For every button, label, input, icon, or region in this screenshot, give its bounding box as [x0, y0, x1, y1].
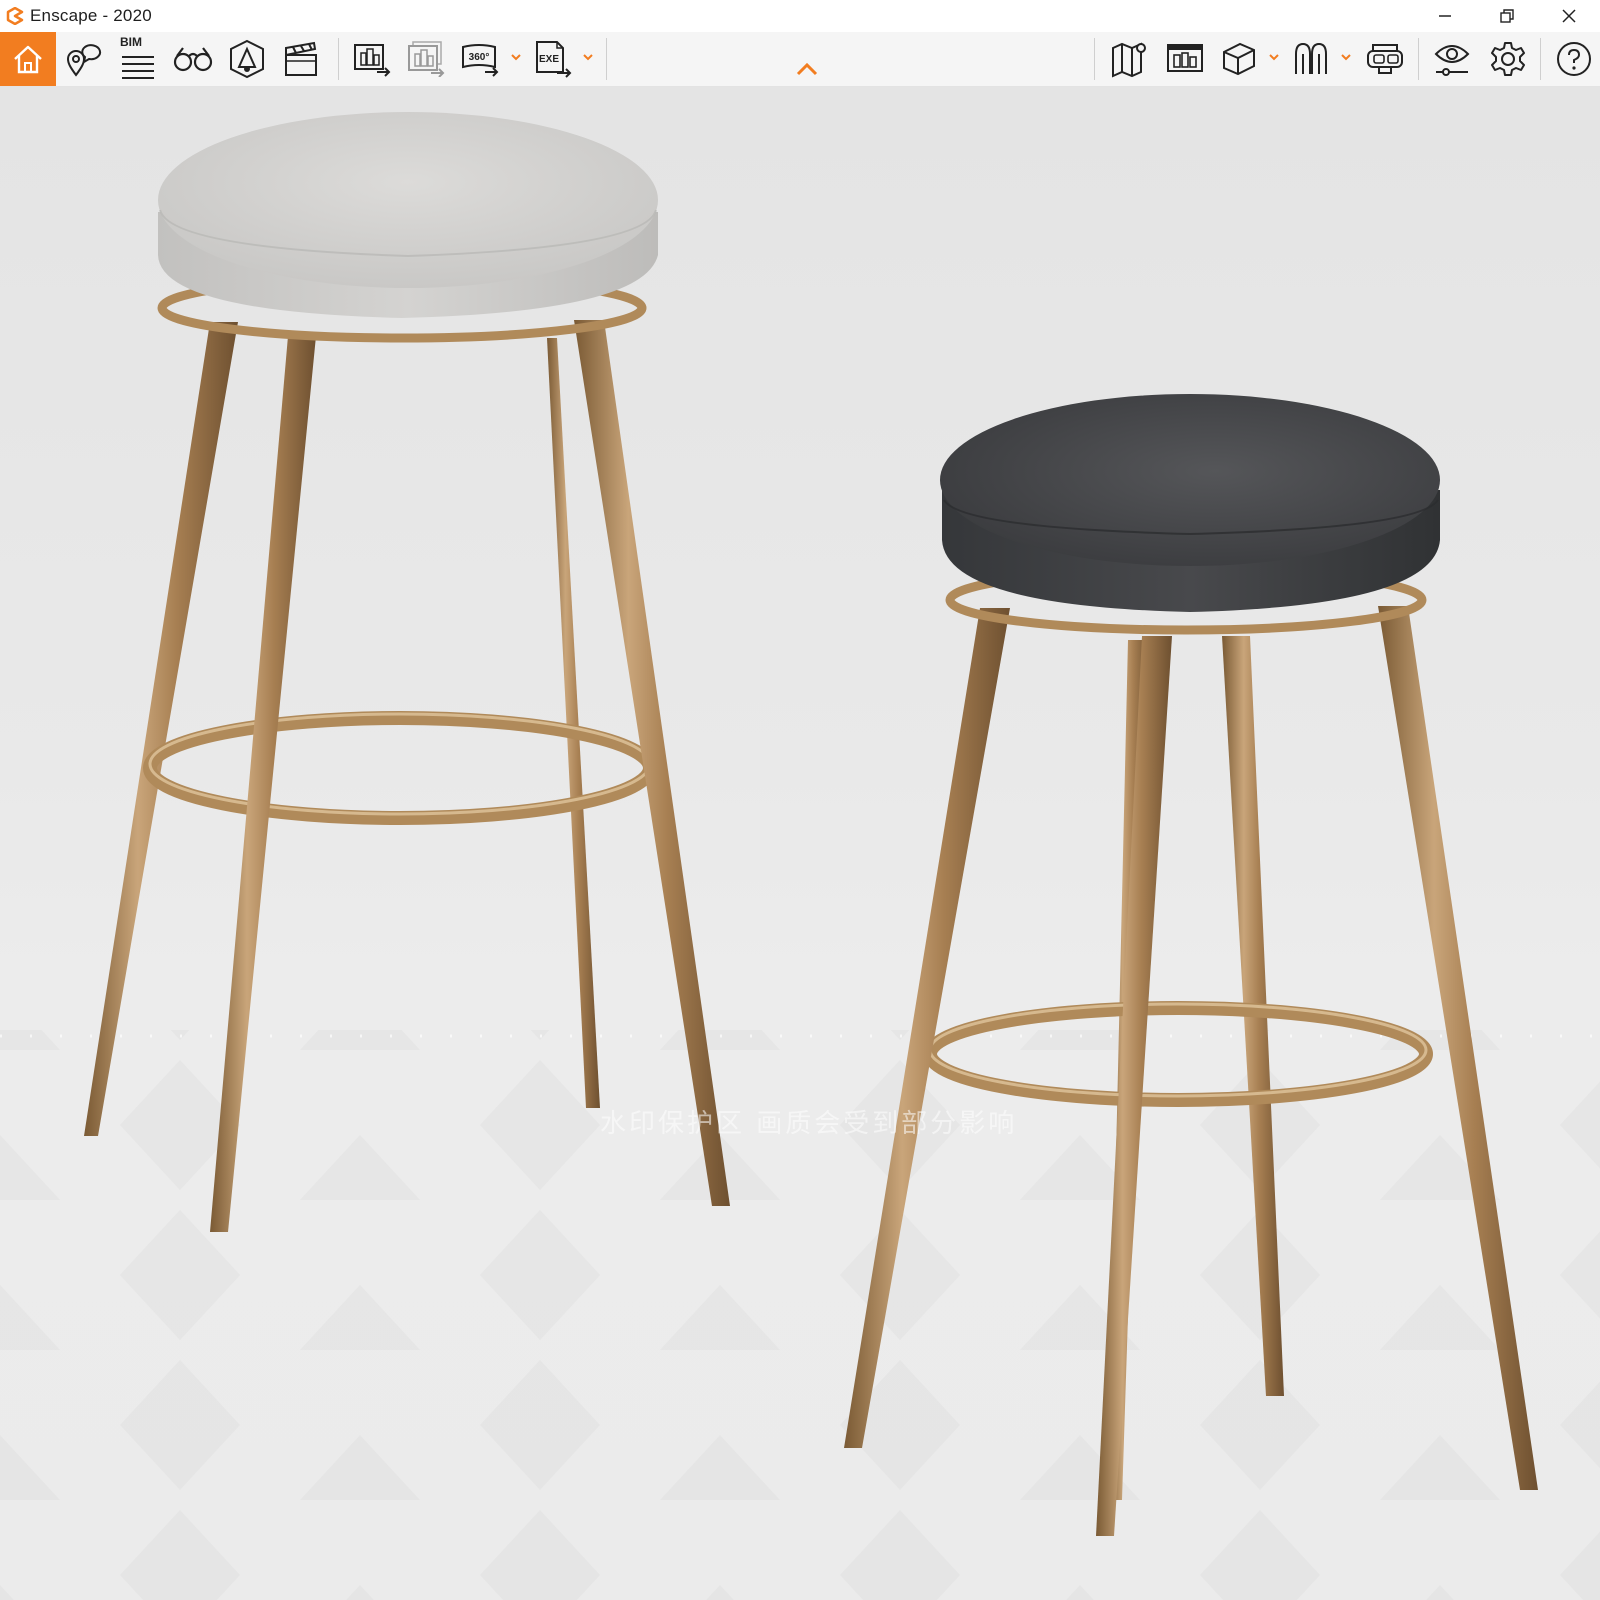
- sun-cube-icon: [230, 39, 264, 79]
- help-icon: [1557, 42, 1591, 76]
- toolbar-separator: [338, 38, 339, 80]
- asset-library-button[interactable]: [1162, 34, 1208, 84]
- clapperboard-icon: [285, 41, 317, 76]
- panorama-button[interactable]: 360°: [458, 34, 504, 84]
- atmosphere-button[interactable]: [224, 34, 270, 84]
- watermark-text: 水印保护区 画质会受到部分影响: [600, 1109, 1018, 1139]
- bim-button[interactable]: [116, 42, 160, 86]
- chevron-down-icon: [1341, 54, 1351, 61]
- people-button[interactable]: [1288, 34, 1334, 84]
- settings-gear-icon: [1491, 42, 1525, 76]
- batch-render-icon: [408, 41, 445, 77]
- export-exe-button[interactable]: EXE: [530, 34, 576, 84]
- views-button[interactable]: [62, 34, 106, 84]
- settings-button[interactable]: [1484, 34, 1532, 84]
- export-exe-icon: EXE: [536, 41, 572, 78]
- vr-headset-button[interactable]: [1362, 34, 1408, 84]
- view-cube-icon: [1223, 42, 1255, 76]
- toolbar-separator: [1094, 38, 1095, 80]
- export-dropdown[interactable]: [582, 50, 594, 68]
- view-cube-button[interactable]: [1216, 34, 1262, 84]
- chevron-up-icon: [796, 62, 818, 76]
- visual-settings-button[interactable]: [1428, 34, 1476, 84]
- restore-icon: [1500, 9, 1514, 23]
- enscape-logo-icon: [4, 5, 26, 27]
- map-pin-chat-icon: [66, 44, 101, 77]
- vr-headset-icon: [1367, 44, 1403, 74]
- svg-text:EXE: EXE: [539, 54, 559, 65]
- bim-list-icon: [122, 56, 154, 79]
- panorama-dropdown[interactable]: [510, 50, 522, 68]
- window-title: Enscape - 2020: [30, 6, 152, 25]
- view-cube-dropdown[interactable]: [1268, 50, 1280, 68]
- toolbar-separator: [606, 38, 607, 80]
- batch-render-button[interactable]: [404, 34, 450, 84]
- chevron-down-icon: [1269, 54, 1279, 61]
- panorama-360-icon: 360°: [462, 44, 499, 77]
- render-screenshot-icon: [354, 44, 391, 77]
- binoculars-icon: [173, 47, 213, 72]
- home-icon: [14, 45, 42, 74]
- screenshot-button[interactable]: [350, 34, 396, 84]
- stool-scene: [0, 112, 1600, 1600]
- walk-mode-button[interactable]: [170, 34, 216, 84]
- asset-library-icon: [1167, 44, 1203, 72]
- map-icon: [1112, 42, 1146, 78]
- people-dropdown[interactable]: [1340, 50, 1352, 68]
- svg-text:360°: 360°: [469, 52, 490, 63]
- chevron-down-icon: [511, 54, 521, 61]
- collapse-toolbar-button[interactable]: [796, 62, 818, 81]
- close-button[interactable]: [1538, 0, 1600, 32]
- visual-settings-eye-icon: [1434, 45, 1470, 76]
- toolbar-separator: [1540, 38, 1541, 80]
- restore-button[interactable]: [1476, 0, 1538, 32]
- minimize-button[interactable]: [1414, 0, 1476, 32]
- video-editor-button[interactable]: [278, 34, 324, 84]
- toolbar-separator: [1418, 38, 1419, 80]
- chevron-down-icon: [583, 54, 593, 61]
- render-viewport[interactable]: 水印保护区 画质会受到部分影响: [0, 87, 1600, 1600]
- dark-seat-cushion-top: [940, 394, 1440, 566]
- close-icon: [1562, 9, 1576, 23]
- home-button[interactable]: [0, 32, 56, 86]
- help-button[interactable]: [1552, 34, 1596, 84]
- map-button[interactable]: [1106, 34, 1152, 84]
- minimize-icon: [1439, 15, 1451, 17]
- title-bar: Enscape - 2020: [0, 0, 1600, 32]
- people-icon: [1295, 42, 1327, 74]
